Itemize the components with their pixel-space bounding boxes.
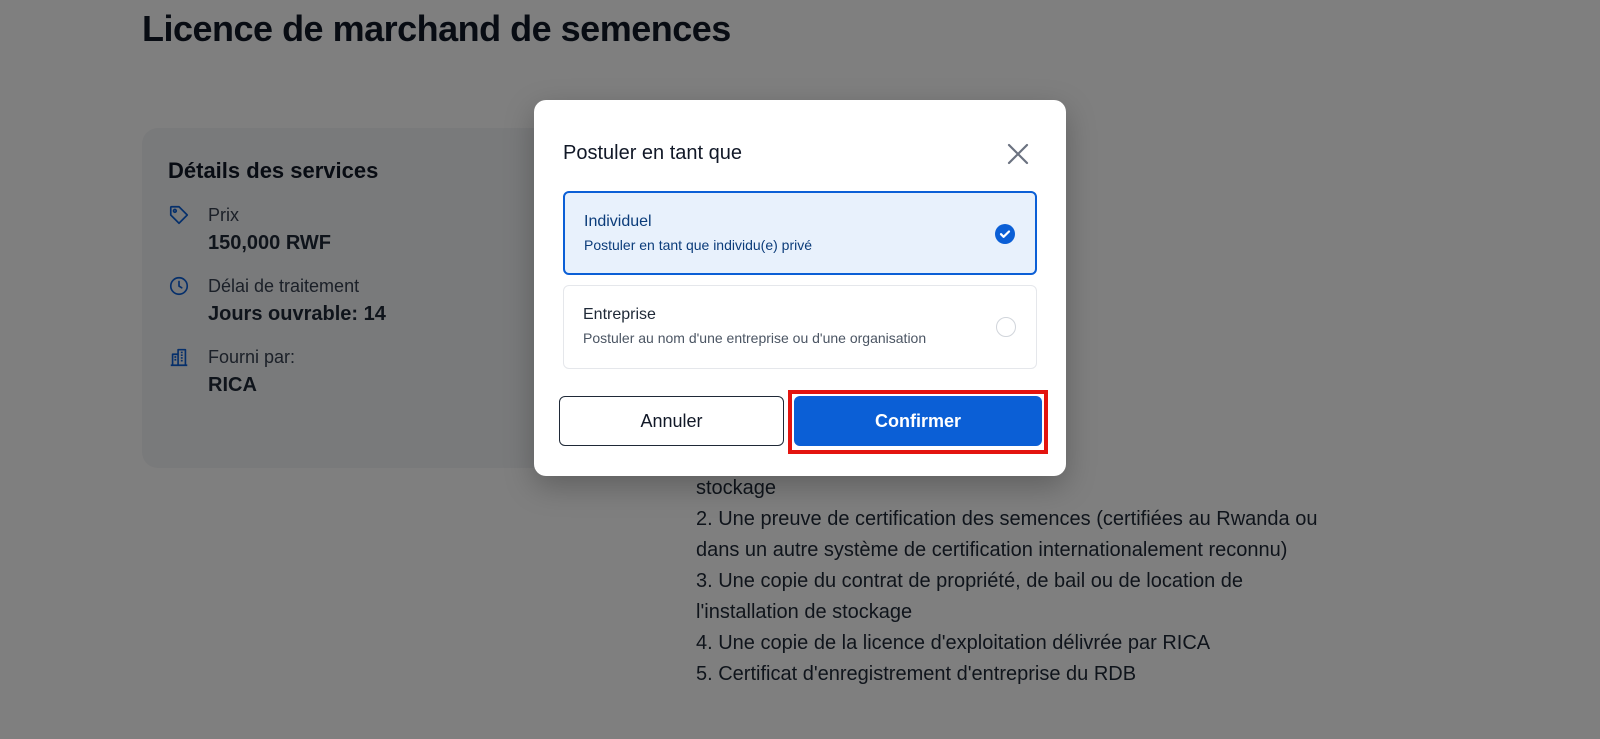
option-company[interactable]: Entreprise Postuler au nom d'une entrepr…: [563, 285, 1037, 369]
option-individual[interactable]: Individuel Postuler en tant que individu…: [563, 191, 1037, 275]
option-title: Individuel: [584, 213, 652, 230]
close-button[interactable]: [1002, 138, 1034, 170]
confirm-button[interactable]: Confirmer: [794, 396, 1042, 446]
modal-title: Postuler en tant que: [563, 142, 743, 164]
option-subtitle: Postuler en tant que individu(e) privé: [584, 237, 813, 253]
radio-unchecked-icon[interactable]: [996, 317, 1016, 337]
apply-as-modal: Postuler en tant que Individuel Postuler…: [534, 100, 1066, 476]
radio-checked-icon[interactable]: [995, 224, 1015, 244]
cancel-button[interactable]: Annuler: [559, 396, 784, 446]
option-subtitle: Postuler au nom d'une entreprise ou d'un…: [583, 330, 927, 346]
close-icon: [1007, 143, 1029, 165]
option-title: Entreprise: [583, 306, 656, 323]
